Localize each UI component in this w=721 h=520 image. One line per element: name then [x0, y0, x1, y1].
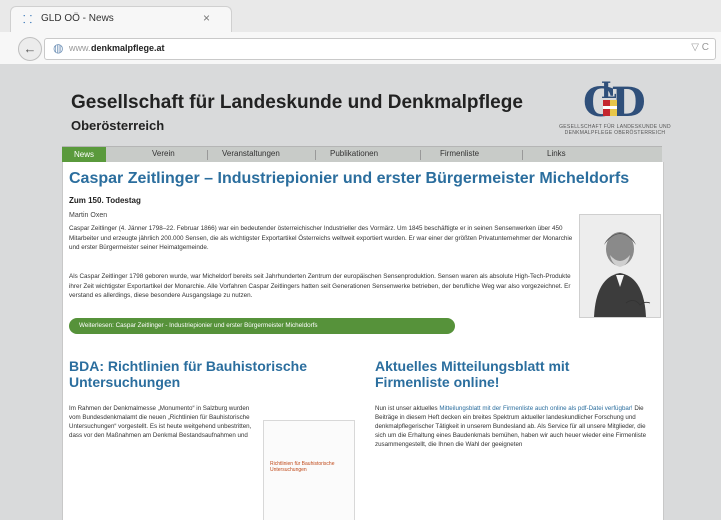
tab-strip: ⸬ GLD OÖ - News ×	[0, 0, 721, 33]
nav-item-veranstaltungen[interactable]: Veranstaltungen	[222, 149, 280, 158]
url-text: denkmalpflege.at	[91, 43, 165, 53]
document-thumbnail-title: Richtlinien für Bauhistorische Untersuch…	[270, 461, 335, 473]
browser-window: ⸬ GLD OÖ - News × ← ◍ www. denkmalpflege…	[0, 0, 721, 520]
nav-item-news[interactable]: News	[62, 147, 106, 163]
article-paragraph: Caspar Zeitlinger (4. Jänner 1798–22. Fe…	[69, 225, 573, 251]
page-viewport: Gesellschaft für Landeskunde und Denkmal…	[0, 64, 721, 520]
reload-icon[interactable]: ▽ C	[691, 42, 709, 53]
nav-item-publikationen[interactable]: Publikationen	[330, 149, 378, 158]
site-header: Gesellschaft für Landeskunde und Denkmal…	[45, 78, 680, 140]
nav-divider	[315, 150, 316, 160]
nav-divider	[420, 150, 421, 160]
nav-divider	[207, 150, 208, 160]
favicon-icon: ⸬	[23, 14, 33, 26]
portrait-image	[579, 214, 661, 318]
read-more-button[interactable]: Weiterlesen: Caspar Zeitlinger - Industr…	[69, 318, 455, 334]
right-column-text: Nun ist unser aktuelles Mitteilungsblatt…	[375, 404, 653, 449]
nav-item-firmenliste[interactable]: Firmenliste	[440, 149, 479, 158]
navigation-bar: ← ◍ www. denkmalpflege.at ▽ C	[0, 32, 721, 65]
site-subtitle: Oberösterreich	[71, 118, 165, 133]
back-button[interactable]: ←	[18, 37, 42, 61]
main-content: Caspar Zeitlinger – Industriepionier und…	[62, 162, 664, 520]
pdf-link[interactable]: Mitteilungsblatt mit der Firmenliste auc…	[439, 405, 632, 412]
browser-tab[interactable]: ⸬ GLD OÖ - News ×	[10, 6, 232, 33]
logo-caption: GESELLSCHAFT FÜR LANDESKUNDE UND DENKMAL…	[559, 124, 671, 136]
left-column-text: Im Rahmen der Denkmalmesse „Monumento“ i…	[69, 405, 252, 439]
arrow-left-icon: ←	[23, 41, 37, 56]
article-paragraph: Als Caspar Zeitlinger 1798 geboren wurde…	[69, 273, 571, 299]
globe-icon: ◍	[53, 41, 64, 55]
article-subtitle: Zum 150. Todestag	[69, 196, 141, 205]
site-title[interactable]: Gesellschaft für Landeskunde und Denkmal…	[71, 92, 523, 114]
nav-divider	[522, 150, 523, 160]
url-prefix: www.	[69, 43, 91, 53]
main-navigation: News Verein Veranstaltungen Publikatione…	[62, 146, 662, 163]
left-column-title[interactable]: BDA: Richtlinien für Bauhistorische Unte…	[69, 358, 349, 390]
address-bar[interactable]: ◍ www. denkmalpflege.at ▽ C	[44, 38, 716, 60]
article-title[interactable]: Caspar Zeitlinger – Industriepionier und…	[69, 170, 629, 188]
close-icon[interactable]: ×	[203, 11, 210, 25]
tab-title: GLD OÖ - News	[41, 13, 114, 24]
right-column-text-intro: Nun ist unser aktuelles	[375, 405, 440, 412]
right-column-title[interactable]: Aktuelles Mitteilungsblatt mit Firmenlis…	[375, 358, 635, 390]
document-thumbnail[interactable]: Richtlinien für Bauhistorische Untersuch…	[263, 420, 355, 520]
nav-item-verein[interactable]: Verein	[152, 149, 175, 158]
article-author: Martin Oxen	[69, 212, 108, 219]
nav-item-links[interactable]: Links	[547, 149, 566, 158]
